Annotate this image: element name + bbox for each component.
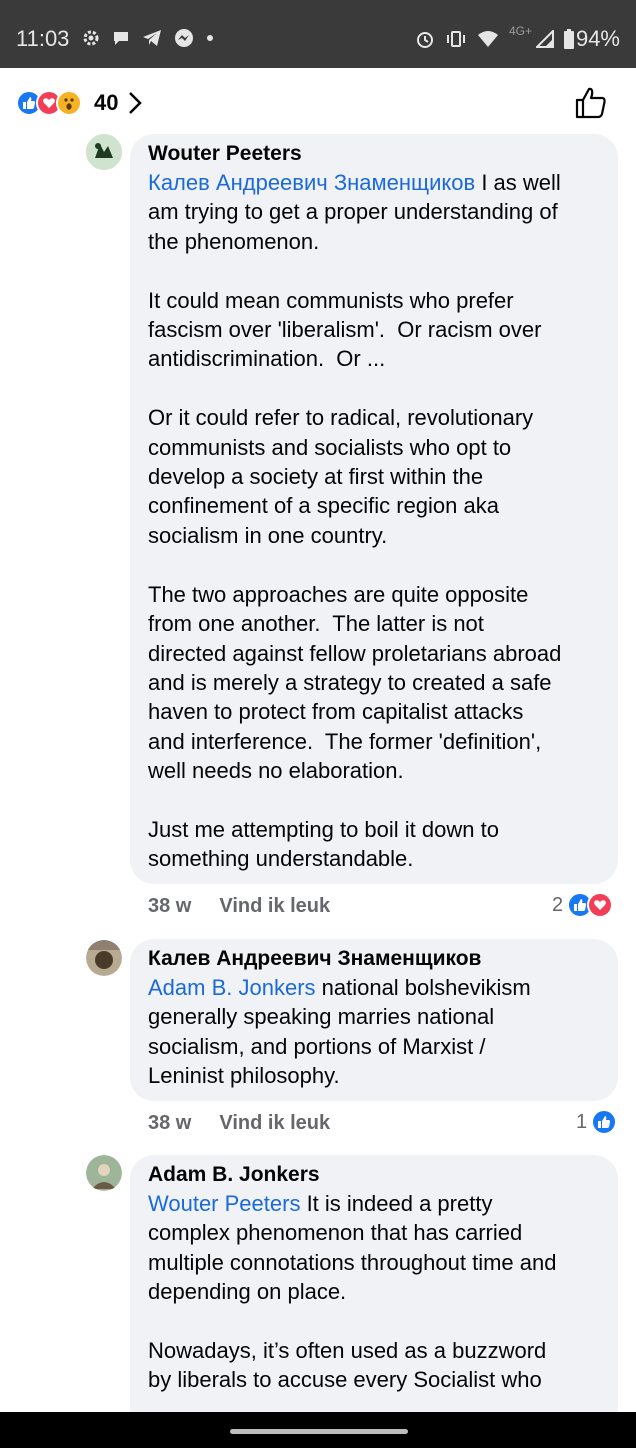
battery-icon (563, 29, 574, 49)
reactions-count[interactable]: 40 (94, 90, 118, 116)
love-reaction-icon (587, 892, 614, 918)
comment-bubble[interactable]: Калев Андреевич Знаменщиков Adam B. Jonk… (130, 939, 618, 1101)
comment-meta: 38 w Vind ik leuk (148, 1112, 330, 1135)
navigation-bar (0, 1412, 636, 1448)
comment-time[interactable]: 38 w (148, 895, 191, 918)
comment-text: It is indeed a pretty complex phenomenon… (148, 1191, 557, 1393)
avatar-image-icon (86, 1155, 122, 1191)
messenger-icon (175, 29, 193, 47)
like-comment-button[interactable]: Vind ik leuk (219, 1112, 330, 1135)
avatar[interactable] (86, 1155, 122, 1191)
comment-mention[interactable]: Adam B. Jonkers (148, 975, 316, 1000)
comment-body: Калев Андреевич Знаменщиков I as well am… (148, 168, 600, 874)
comment-author[interactable]: Adam B. Jonkers (148, 1155, 600, 1189)
vibrate-icon (446, 31, 465, 47)
comment-body: Wouter Peeters It is indeed a pretty com… (148, 1189, 600, 1395)
status-bar: 11:03 4G+ 94% (0, 0, 636, 68)
like-reaction-icon (591, 1109, 618, 1135)
system-icons: 4G+ 94% (415, 24, 620, 52)
comment-reaction-count: 1 (576, 1110, 588, 1133)
reactions-summary[interactable] (16, 90, 82, 116)
comment-reactions[interactable]: 2 (552, 892, 614, 918)
chevron-right-icon[interactable] (126, 90, 144, 116)
like-thumb-icon[interactable] (574, 86, 608, 120)
comment-bubble[interactable]: Wouter Peeters Калев Андреевич Знаменщик… (130, 134, 618, 884)
chat-icon (114, 32, 128, 45)
comment-time[interactable]: 38 w (148, 1112, 191, 1135)
comment-mention[interactable]: Wouter Peeters (148, 1191, 300, 1216)
status-time: 11:03 (16, 26, 70, 51)
comment-body: Adam B. Jonkers national bolshevikism ge… (148, 973, 600, 1091)
comment-meta: 38 w Vind ik leuk (148, 895, 330, 918)
comment-text: I as well am trying to get a proper unde… (148, 170, 562, 872)
comment-author[interactable]: Wouter Peeters (148, 134, 600, 168)
comment-reaction-count: 2 (552, 893, 564, 916)
comment-reactions[interactable]: 1 (576, 1109, 618, 1135)
home-gesture-handle[interactable] (230, 1429, 408, 1434)
signal-icon (535, 30, 554, 48)
comment-bubble[interactable]: Adam B. Jonkers Wouter Peeters It is ind… (130, 1155, 618, 1412)
telegram-icon (143, 30, 161, 46)
avatar-image-icon (86, 940, 122, 976)
notification-icons (82, 28, 214, 48)
alarm-icon (416, 32, 433, 48)
network-type: 4G+ (508, 24, 532, 38)
like-comment-button[interactable]: Vind ik leuk (219, 895, 330, 918)
comment-author[interactable]: Калев Андреевич Знаменщиков (148, 939, 600, 973)
dot-icon (207, 35, 213, 41)
battery-level: 94% (575, 26, 620, 51)
settings-icon (83, 30, 99, 46)
avatar[interactable] (86, 940, 122, 976)
avatar[interactable] (86, 134, 122, 170)
comment-mention[interactable]: Калев Андреевич Знаменщиков (148, 170, 475, 195)
avatar-image-icon (86, 134, 122, 170)
wow-reaction-icon (56, 90, 82, 116)
wifi-icon (477, 31, 498, 47)
